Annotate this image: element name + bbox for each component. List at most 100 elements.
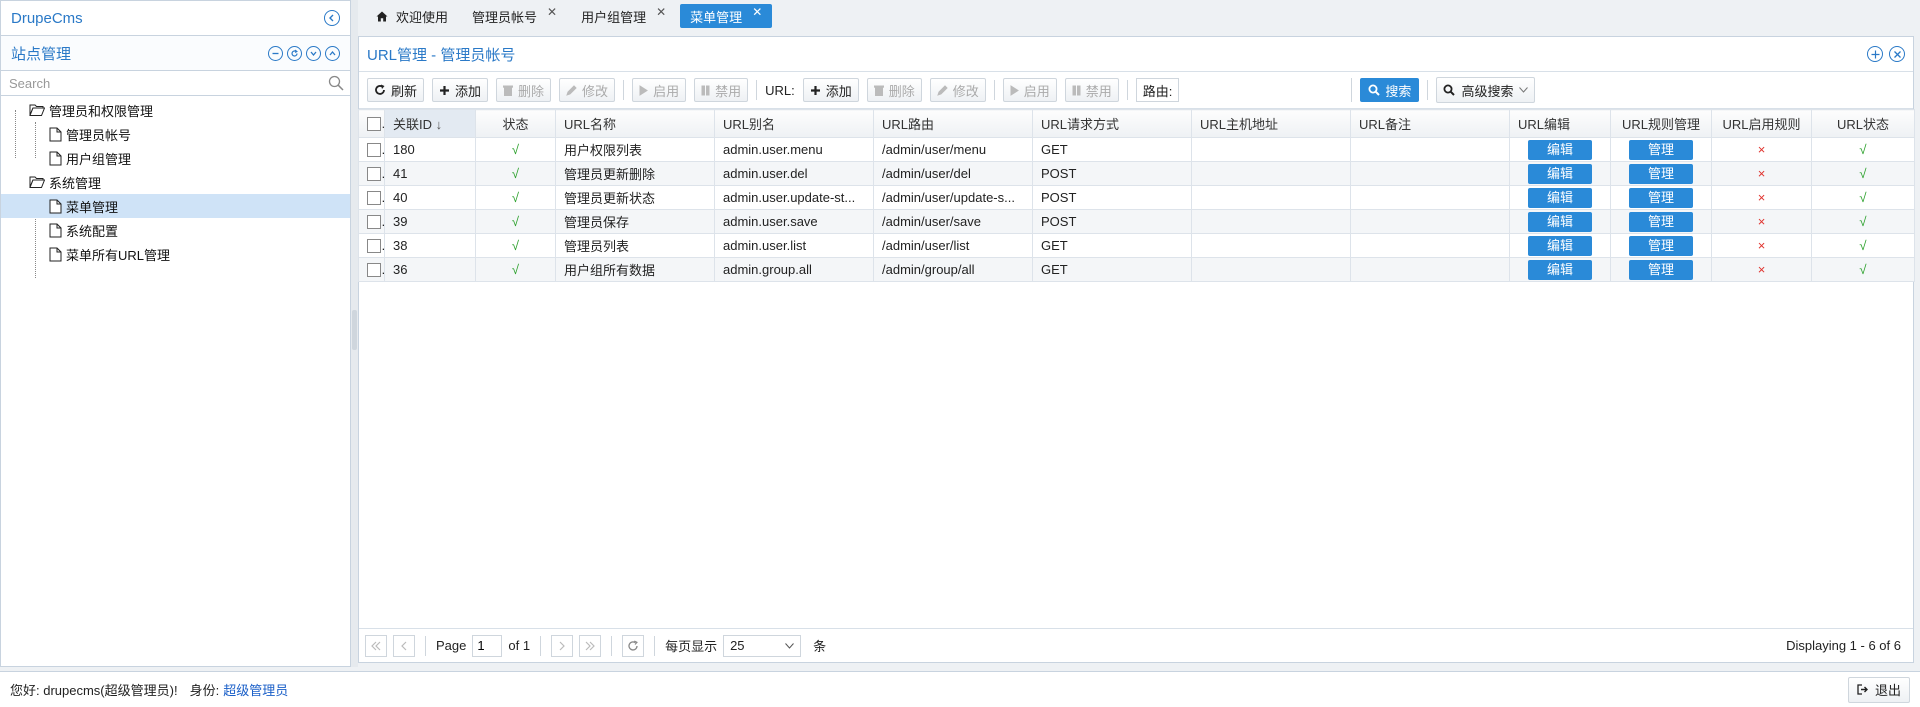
column-header-id[interactable]: 关联ID ↓ xyxy=(384,109,476,138)
cell-id: 180 xyxy=(384,137,476,162)
sidebar-search-input[interactable] xyxy=(1,71,350,95)
tab-admin-accounts[interactable]: 管理员帐号 ✕ xyxy=(462,4,567,28)
tree-item-menu-urls[interactable]: 菜单所有URL管理 xyxy=(1,242,350,266)
reload-icon[interactable] xyxy=(287,45,302,61)
column-header-url-edit[interactable]: URL编辑 xyxy=(1509,109,1611,138)
manage-rules-button[interactable]: 管理 xyxy=(1629,235,1693,256)
close-icon[interactable]: ✕ xyxy=(547,5,557,19)
table-row[interactable]: 39 √ 管理员保存 admin.user.save/admin/user/save P… xyxy=(358,209,1915,234)
search-icon[interactable] xyxy=(328,75,344,91)
url-edit-button[interactable]: 修改 xyxy=(929,78,986,102)
tab-label: 欢迎使用 xyxy=(396,9,449,25)
edit-url-button[interactable]: 编辑 xyxy=(1528,235,1592,256)
column-label: URL启用规则 xyxy=(1722,117,1801,132)
expand-up-icon[interactable] xyxy=(325,45,340,61)
maximize-icon[interactable] xyxy=(1867,46,1883,62)
url-add-button[interactable]: 添加 xyxy=(802,78,859,102)
collapse-all-icon[interactable] xyxy=(268,45,283,61)
expand-down-icon[interactable] xyxy=(306,45,321,61)
column-header-url-route[interactable]: URL路由 xyxy=(873,109,1033,138)
table-row[interactable]: 40 √ 管理员更新状态 admin.user.update-st.../admin/… xyxy=(358,185,1915,210)
tree-folder-admin-permissions[interactable]: 管理员和权限管理 xyxy=(1,98,350,122)
manage-rules-button[interactable]: 管理 xyxy=(1629,259,1693,280)
edit-url-button[interactable]: 编辑 xyxy=(1528,187,1592,208)
edit-url-button[interactable]: 编辑 xyxy=(1528,163,1592,184)
row-checkbox-cell[interactable] xyxy=(358,137,385,162)
row-checkbox[interactable] xyxy=(367,191,381,206)
column-header-url-status[interactable]: URL状态 xyxy=(1811,109,1915,138)
table-row[interactable]: 180 √ 用户权限列表 admin.user.menu/admin/user/men… xyxy=(358,137,1915,162)
per-page-select[interactable]: 25 xyxy=(723,634,802,657)
next-page-button[interactable] xyxy=(551,634,574,657)
page-number-input[interactable] xyxy=(472,634,503,657)
edit-button[interactable]: 修改 xyxy=(559,78,616,102)
row-checkbox-cell[interactable] xyxy=(358,185,385,210)
table-row[interactable]: 41 √ 管理员更新删除 admin.user.del/admin/user/del P… xyxy=(358,161,1915,186)
refresh-button[interactable]: 刷新 xyxy=(367,78,425,102)
row-checkbox[interactable] xyxy=(367,143,381,158)
tree-item-menu-management[interactable]: 菜单管理 xyxy=(1,194,350,218)
tree-folder-system[interactable]: 系统管理 xyxy=(1,170,350,194)
route-input[interactable] xyxy=(1178,78,1352,102)
close-icon[interactable]: ✕ xyxy=(656,5,666,19)
column-header-url-alias[interactable]: URL别名 xyxy=(714,109,874,138)
edit-url-button[interactable]: 编辑 xyxy=(1528,139,1592,160)
url-disable-button[interactable]: 禁用 xyxy=(1064,78,1119,102)
plus-icon xyxy=(810,85,821,96)
collapse-left-icon[interactable] xyxy=(324,10,340,26)
url-enable-label: 启用 xyxy=(1023,83,1050,99)
table-row[interactable]: 36 √ 用户组所有数据 admin.group.all/admin/group/al… xyxy=(358,257,1915,282)
first-page-button[interactable] xyxy=(365,634,387,657)
search-button[interactable]: 搜索 xyxy=(1360,78,1420,102)
logout-button[interactable]: 退出 xyxy=(1847,676,1910,703)
manage-rules-button[interactable]: 管理 xyxy=(1629,163,1693,184)
column-header-url-enable-rule[interactable]: URL启用规则 xyxy=(1711,109,1812,138)
table-row[interactable]: 38 √ 管理员列表 admin.user.list/admin/user/list G… xyxy=(358,233,1915,258)
add-button[interactable]: 添加 xyxy=(432,78,489,102)
pager: Page of 1 每页显示 25 条 Displaying 1 - 6 of … xyxy=(359,628,1913,662)
tab-menu-management[interactable]: 菜单管理 ✕ xyxy=(680,4,773,28)
checkbox[interactable] xyxy=(367,117,381,132)
last-page-button[interactable] xyxy=(579,634,602,657)
edit-url-button[interactable]: 编辑 xyxy=(1528,211,1592,232)
enable-button[interactable]: 启用 xyxy=(632,78,687,102)
disable-button[interactable]: 禁用 xyxy=(694,78,749,102)
row-checkbox[interactable] xyxy=(367,215,381,230)
column-header-url-method[interactable]: URL请求方式 xyxy=(1032,109,1192,138)
url-enable-button[interactable]: 启用 xyxy=(1002,78,1057,102)
role-link[interactable]: 超级管理员 xyxy=(223,680,288,699)
advanced-search-button[interactable]: 高级搜索 xyxy=(1436,77,1536,103)
row-checkbox[interactable] xyxy=(367,263,381,278)
tree-item-system-config[interactable]: 系统配置 xyxy=(1,218,350,242)
tab-user-groups[interactable]: 用户组管理 ✕ xyxy=(571,4,676,28)
prev-page-button[interactable] xyxy=(393,634,415,657)
row-checkbox-cell[interactable] xyxy=(358,257,385,282)
column-header-status[interactable]: 状态 xyxy=(475,109,556,138)
delete-button[interactable]: 删除 xyxy=(496,78,552,102)
row-checkbox-cell[interactable] xyxy=(358,161,385,186)
cell-url-status: √ xyxy=(1811,161,1915,186)
row-checkbox-cell[interactable] xyxy=(358,209,385,234)
tree-item-admin-accounts[interactable]: 管理员帐号 xyxy=(1,122,350,146)
greeting-text: 您好: drupecms(超级管理员)! xyxy=(10,683,178,698)
manage-rules-button[interactable]: 管理 xyxy=(1629,187,1693,208)
tree-item-user-groups[interactable]: 用户组管理 xyxy=(1,146,350,170)
row-checkbox[interactable] xyxy=(367,239,381,254)
manage-rules-button[interactable]: 管理 xyxy=(1629,211,1693,232)
column-header-url-name[interactable]: URL名称 xyxy=(555,109,715,138)
column-header-url-rules[interactable]: URL规则管理 xyxy=(1610,109,1712,138)
column-header-url-host[interactable]: URL主机地址 xyxy=(1191,109,1351,138)
close-icon[interactable]: ✕ xyxy=(752,5,762,19)
close-icon[interactable] xyxy=(1889,46,1905,62)
select-all-checkbox[interactable] xyxy=(358,109,385,138)
splitter-grip[interactable] xyxy=(352,310,357,350)
column-header-url-note[interactable]: URL备注 xyxy=(1350,109,1510,138)
manage-rules-button[interactable]: 管理 xyxy=(1629,139,1693,160)
cell-url-name: 管理员保存 xyxy=(555,209,715,234)
reload-page-button[interactable] xyxy=(622,634,645,657)
row-checkbox-cell[interactable] xyxy=(358,233,385,258)
row-checkbox[interactable] xyxy=(367,167,381,182)
url-delete-button[interactable]: 删除 xyxy=(866,78,922,102)
tab-welcome[interactable]: 欢迎使用 xyxy=(366,4,458,28)
edit-url-button[interactable]: 编辑 xyxy=(1528,259,1592,280)
